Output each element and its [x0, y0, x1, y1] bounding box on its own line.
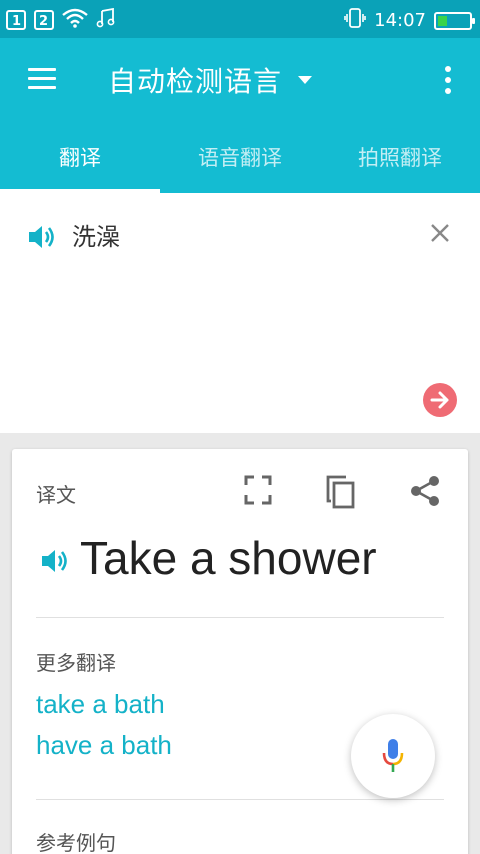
vibrate-icon: [344, 7, 366, 34]
copy-icon[interactable]: [326, 475, 356, 513]
battery-icon: [434, 11, 475, 30]
battery-level: [438, 15, 447, 26]
speaker-icon[interactable]: [27, 223, 57, 255]
divider: [36, 799, 444, 800]
share-icon[interactable]: [410, 475, 440, 511]
svg-text:2: 2: [39, 14, 48, 29]
close-icon[interactable]: [430, 223, 450, 243]
music-note-icon: [96, 7, 116, 32]
arrow-right-icon: [430, 391, 449, 409]
more-translations-label: 更多翻译: [36, 651, 116, 675]
dropdown-caret-icon: [298, 76, 313, 84]
tab-translate[interactable]: 翻译: [0, 138, 160, 193]
mic-icon: [382, 739, 404, 772]
tab-photo-translate[interactable]: 拍照翻译: [320, 138, 480, 193]
translation-text: Take a shower: [80, 532, 377, 584]
source-text[interactable]: 洗澡: [72, 217, 120, 252]
more-vert-icon[interactable]: [444, 66, 452, 94]
status-right: 14:07: [344, 7, 475, 34]
source-language-selector[interactable]: 自动检测语言: [108, 60, 313, 100]
status-bar: 1 2 14:07: [0, 0, 480, 38]
svg-text:1: 1: [12, 14, 21, 29]
alt-translation-link[interactable]: take a bath: [36, 689, 165, 720]
tab-bar: 翻译 语音翻译 拍照翻译: [0, 138, 480, 193]
menu-icon[interactable]: [28, 68, 56, 90]
result-speaker-icon[interactable]: [40, 547, 70, 579]
sim2-icon: 2: [34, 10, 54, 30]
sim1-icon: 1: [6, 10, 26, 30]
translate-go-button[interactable]: [423, 383, 457, 417]
status-left: 1 2: [6, 7, 116, 32]
alt-translation-link[interactable]: have a bath: [36, 730, 172, 761]
mic-fab-button[interactable]: [351, 714, 435, 798]
source-language-label: 自动检测语言: [108, 65, 283, 98]
result-label: 译文: [36, 483, 76, 507]
divider: [36, 617, 444, 618]
clock: 14:07: [374, 10, 426, 31]
app-bar: 自动检测语言 翻译 语音翻译 拍照翻译: [0, 38, 480, 193]
fullscreen-icon[interactable]: [244, 475, 272, 509]
example-sentences-label: 参考例句: [36, 831, 116, 854]
input-area[interactable]: 洗澡: [0, 193, 480, 433]
tab-voice-translate[interactable]: 语音翻译: [160, 138, 320, 193]
wifi-icon: [62, 8, 88, 32]
